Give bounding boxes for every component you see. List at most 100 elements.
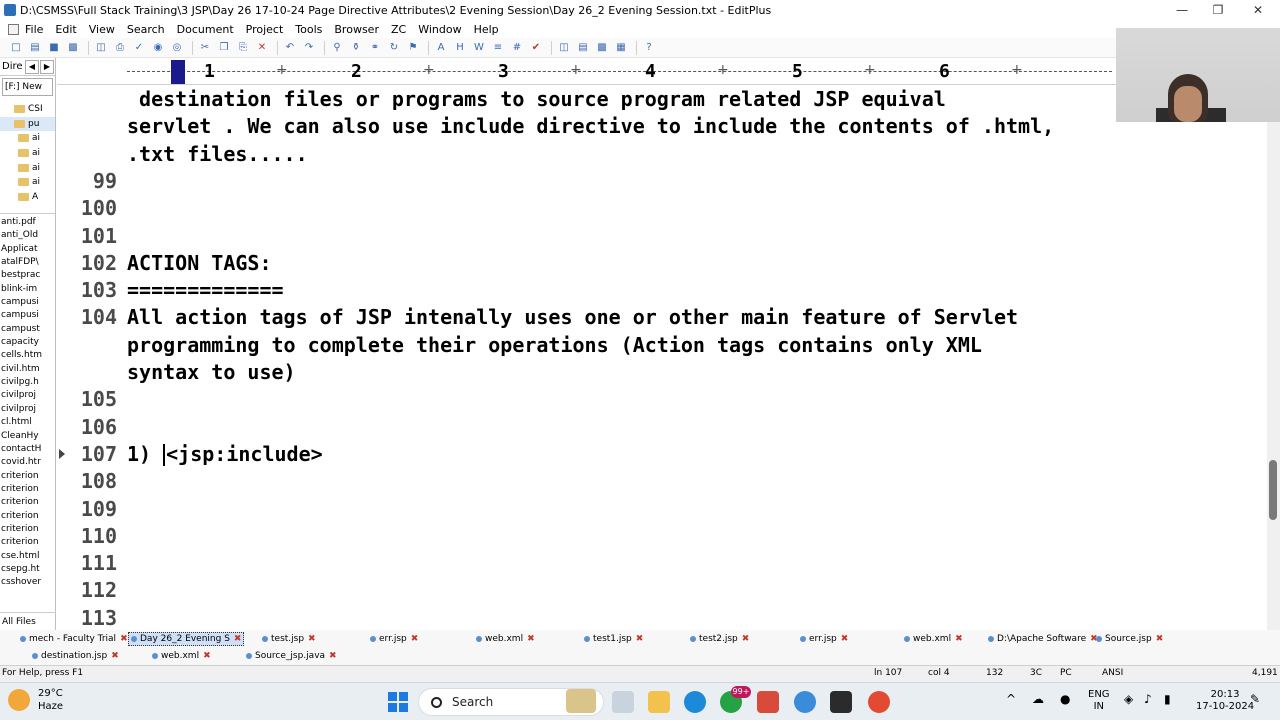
file-list-item[interactable]: civilproj — [0, 389, 55, 402]
terminal-icon[interactable] — [830, 691, 852, 713]
network-icon[interactable]: ◈ — [1124, 693, 1133, 705]
indent-guide-icon[interactable]: ≡ — [490, 40, 506, 56]
scrollbar-thumb[interactable] — [1269, 460, 1277, 520]
save-icon[interactable]: ■ — [46, 40, 62, 56]
menu-window[interactable]: Window — [418, 23, 469, 36]
menu-document[interactable]: Document — [177, 23, 242, 36]
camera-app-icon[interactable] — [794, 691, 816, 713]
document-menu-icon[interactable] — [8, 23, 19, 35]
task-view-icon[interactable] — [612, 691, 634, 713]
file-list-item[interactable]: bestprac — [0, 269, 55, 282]
editor-line[interactable]: 103 ============= — [57, 277, 1267, 304]
close-tab-icon[interactable]: ✖ — [203, 649, 211, 663]
close-tab-icon[interactable]: ✖ — [120, 632, 128, 646]
close-tab-icon[interactable]: ✖ — [742, 632, 750, 646]
minimize-button[interactable]: — — [1162, 0, 1202, 20]
document-tab[interactable]: test2.jsp ✖ — [690, 632, 749, 646]
editor-line[interactable]: 106 — [57, 414, 1267, 441]
windows-start-icon[interactable] — [388, 692, 408, 712]
chevron-right-icon[interactable]: ▶ — [40, 59, 54, 74]
editor-line[interactable]: servlet . We can also use include direct… — [57, 113, 1267, 140]
tree-item[interactable]: ai — [0, 146, 55, 161]
language-indicator[interactable]: ENG IN — [1088, 689, 1110, 713]
undo-icon[interactable]: ↶ — [282, 40, 298, 56]
document-tab[interactable]: Source.jsp ✖ — [1096, 632, 1163, 646]
restore-button[interactable]: ❐ — [1198, 0, 1238, 20]
chrome-icon[interactable] — [868, 691, 890, 713]
close-tab-icon[interactable]: ✖ — [111, 649, 119, 663]
open-file-icon[interactable]: ▤ — [27, 40, 43, 56]
html-toolbar-icon[interactable]: H — [452, 40, 468, 56]
print-icon[interactable]: ⎙ — [112, 40, 128, 56]
close-tab-icon[interactable]: ✖ — [1156, 632, 1164, 646]
editor-line[interactable]: 105 — [57, 386, 1267, 413]
file-list-item[interactable]: criterion — [0, 536, 55, 549]
close-tab-icon[interactable]: ✖ — [955, 632, 963, 646]
file-list-item[interactable]: cells.htm — [0, 349, 55, 362]
menu-project[interactable]: Project — [246, 23, 292, 36]
document-tab[interactable]: test1.jsp ✖ — [584, 632, 643, 646]
help-icon[interactable]: ? — [641, 40, 657, 56]
copy-icon[interactable]: ❐ — [216, 40, 232, 56]
tree-item[interactable]: ai — [0, 175, 55, 190]
redo-icon[interactable]: ↷ — [301, 40, 317, 56]
editor-line[interactable]: 112 — [57, 577, 1267, 604]
document-tab[interactable]: web.xml ✖ — [904, 632, 963, 646]
vertical-scrollbar[interactable] — [1267, 85, 1280, 630]
file-list-item[interactable]: criterion — [0, 470, 55, 483]
document-tab[interactable]: D:\Apache Software ✖ — [988, 632, 1098, 646]
tray-app-icon[interactable]: ☁ — [1032, 693, 1044, 705]
editor-line[interactable]: 104 All action tags of JSP intenally uses… — [57, 304, 1267, 331]
directory-window-icon[interactable]: ◫ — [556, 40, 572, 56]
tray-chevron-up-icon[interactable]: ^ — [1006, 693, 1016, 705]
document-tab[interactable]: err.jsp ✖ — [370, 632, 418, 646]
tree-item[interactable]: ai — [0, 131, 55, 146]
file-list-item[interactable]: csshover — [0, 576, 55, 589]
file-list-item[interactable]: atalFDP\ — [0, 256, 55, 269]
close-tab-icon[interactable]: ✖ — [308, 632, 316, 646]
file-filter-select[interactable]: All Files — [0, 612, 56, 630]
document-tab[interactable]: mech - Faculty Trial ✖ — [20, 632, 128, 646]
drive-select[interactable]: [F:] New — [2, 78, 53, 96]
directory-tab-label[interactable]: Dire — [0, 61, 24, 72]
menu-browser[interactable]: Browser — [334, 23, 387, 36]
close-tab-icon[interactable]: ✖ — [841, 632, 849, 646]
menu-view[interactable]: View — [89, 23, 123, 36]
file-list-item[interactable]: civilpg.h — [0, 376, 55, 389]
file-list-item[interactable]: anti.pdf — [0, 216, 55, 229]
file-list-item[interactable]: civilproj — [0, 403, 55, 416]
file-list-item[interactable]: cl.html — [0, 416, 55, 429]
document-tab[interactable]: test.jsp ✖ — [262, 632, 316, 646]
editor-line[interactable]: 100 — [57, 195, 1267, 222]
tree-item[interactable]: CSI — [0, 102, 55, 117]
file-list-item[interactable]: csepg.ht — [0, 563, 55, 576]
menu-help[interactable]: Help — [474, 23, 507, 36]
close-tab-icon[interactable]: ✖ — [636, 632, 644, 646]
close-tab-icon[interactable]: ✖ — [234, 632, 242, 646]
document-tab-active[interactable]: Day 26_2 Evening S ✖ — [128, 631, 245, 646]
cliptext-window-icon[interactable]: ▤ — [575, 40, 591, 56]
file-list-item[interactable]: blink-im — [0, 283, 55, 296]
goto-icon[interactable]: ↻ — [386, 40, 402, 56]
cut-icon[interactable]: ✂ — [197, 40, 213, 56]
file-list-item[interactable]: capacity — [0, 336, 55, 349]
battery-icon[interactable]: ▮ — [1164, 693, 1171, 705]
tree-item-selected[interactable]: pu — [0, 116, 55, 132]
file-list-item[interactable]: contactH — [0, 443, 55, 456]
file-list-item[interactable]: anti_Old — [0, 229, 55, 242]
notifications-icon[interactable]: ✎ — [1250, 693, 1260, 705]
file-list-item[interactable]: criterion — [0, 523, 55, 536]
menu-zc[interactable]: ZC — [391, 23, 414, 36]
editor-line[interactable]: 109 — [57, 496, 1267, 523]
replace-icon[interactable]: ⚱ — [348, 40, 364, 56]
editplus-taskbar-icon[interactable] — [757, 691, 779, 713]
find-in-files-icon[interactable]: ⚭ — [367, 40, 383, 56]
document-tab[interactable]: web.xml ✖ — [476, 632, 535, 646]
text-editor[interactable]: destination files or programs to source … — [57, 85, 1267, 630]
file-explorer-icon[interactable] — [648, 691, 670, 713]
volume-icon[interactable]: ♪ — [1144, 693, 1152, 705]
editor-line[interactable]: 110 — [57, 523, 1267, 550]
save-all-icon[interactable]: ▩ — [65, 40, 81, 56]
file-list-item[interactable]: civil.htm — [0, 363, 55, 376]
weather-widget[interactable]: 29°C Haze — [8, 687, 63, 713]
